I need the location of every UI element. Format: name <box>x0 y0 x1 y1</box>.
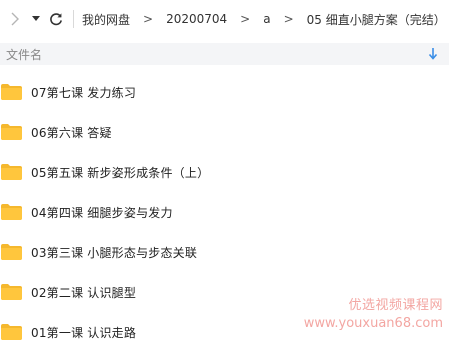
list-item[interactable]: 05第五课 新步姿形成条件（上） <box>0 152 449 192</box>
watermark-url: www.youxuan68.com <box>303 316 443 331</box>
refresh-button[interactable] <box>45 7 67 31</box>
file-list-header: 文件名 <box>0 43 449 65</box>
watermark-site-name: 优选视频课程网 <box>348 298 443 313</box>
refresh-icon <box>50 13 62 26</box>
breadcrumb: 我的网盘 > 20200704 > a > 05 细直小腿方案（完结） <box>82 11 446 28</box>
back-button[interactable] <box>4 7 26 31</box>
toolbar-divider <box>73 10 74 28</box>
list-item[interactable]: 04第四课 细腿步姿与发力 <box>0 192 449 232</box>
list-item[interactable]: 07第七课 发力练习 <box>0 72 449 112</box>
breadcrumb-separator: > <box>143 12 154 26</box>
folder-icon <box>1 284 22 300</box>
history-dropdown-button[interactable] <box>29 7 43 31</box>
folder-icon <box>1 124 22 140</box>
folder-icon <box>1 84 22 100</box>
watermark: 优选视频课程网 www.youxuan68.com <box>304 297 443 333</box>
column-header-filename[interactable]: 文件名 <box>6 46 42 63</box>
folder-icon <box>1 204 22 220</box>
file-name: 05第五课 新步姿形成条件（上） <box>31 165 210 180</box>
breadcrumb-item-date[interactable]: 20200704 <box>166 12 227 26</box>
folder-icon <box>1 244 22 260</box>
file-name: 02第二课 认识腿型 <box>31 285 137 300</box>
file-name: 01第一课 认识走路 <box>31 325 137 340</box>
list-item[interactable]: 06第六课 答疑 <box>0 112 449 152</box>
breadcrumb-item-a[interactable]: a <box>263 12 270 26</box>
list-item[interactable]: 03第三课 小腿形态与步态关联 <box>0 232 449 272</box>
breadcrumb-separator: > <box>240 12 251 26</box>
chevron-right-icon <box>11 12 19 26</box>
sort-down-arrow-icon[interactable] <box>427 46 439 62</box>
breadcrumb-item-current[interactable]: 05 细直小腿方案（完结） <box>307 11 446 28</box>
toolbar: 我的网盘 > 20200704 > a > 05 细直小腿方案（完结） <box>0 0 449 38</box>
file-name: 04第四课 细腿步姿与发力 <box>31 205 173 220</box>
file-name: 06第六课 答疑 <box>31 125 112 140</box>
file-name: 03第三课 小腿形态与步态关联 <box>31 245 198 260</box>
folder-icon <box>1 324 22 340</box>
folder-icon <box>1 164 22 180</box>
breadcrumb-separator: > <box>283 12 294 26</box>
file-name: 07第七课 发力练习 <box>31 85 137 100</box>
caret-down-icon <box>32 16 40 21</box>
breadcrumb-item-root[interactable]: 我的网盘 <box>82 11 130 28</box>
